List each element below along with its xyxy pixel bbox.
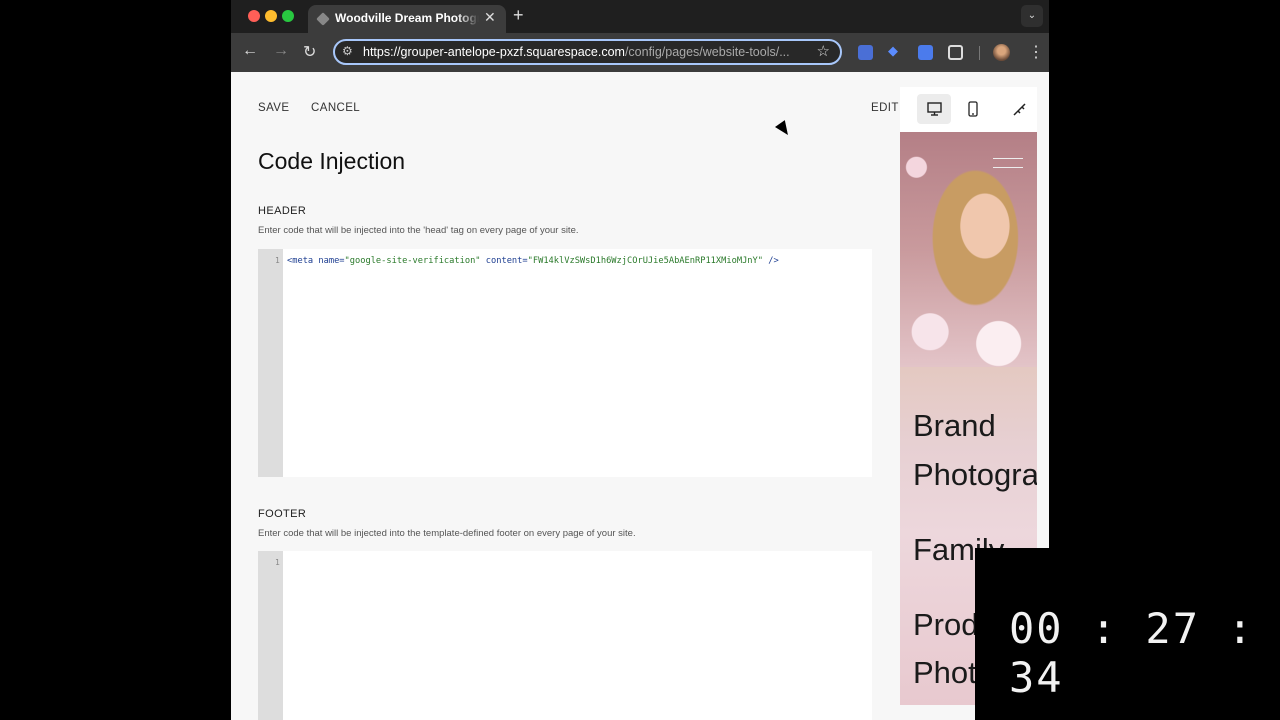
- cancel-button[interactable]: CANCEL: [311, 102, 360, 114]
- line-number-gutter: [258, 551, 283, 720]
- address-bar[interactable]: ⚙ https://grouper-antelope-pxzf.squaresp…: [333, 39, 842, 65]
- forward-icon[interactable]: →: [273, 42, 289, 60]
- profile-avatar[interactable]: [993, 44, 1010, 61]
- code-attr-value: "google-site-verification": [344, 256, 481, 266]
- browser-window: Woodville Dream Photograph ✕ + ⌄ ← → ↻ ⚙…: [231, 0, 1049, 720]
- code-attr-name: name=: [313, 256, 345, 266]
- page-content: SAVE CANCEL EDIT Code Injection HEADER E…: [231, 72, 1049, 720]
- url-domain: https://grouper-antelope-pxzf.squarespac…: [363, 45, 625, 59]
- preview-device-toolbar: [900, 87, 1037, 132]
- code-tag-close: />: [763, 256, 779, 266]
- tab-search-icon[interactable]: ⌄: [1021, 5, 1043, 27]
- editor-actions: SAVE CANCEL: [258, 102, 378, 114]
- minimize-window-button[interactable]: [265, 10, 277, 22]
- code-line[interactable]: <meta name="google-site-verification" co…: [287, 256, 779, 266]
- footer-section-title: FOOTER: [258, 508, 307, 520]
- header-code-editor[interactable]: 1 <meta name="google-site-verification" …: [258, 249, 872, 477]
- line-number: 1: [275, 558, 280, 567]
- timer-value: 00 : 27 : 34: [1009, 604, 1255, 702]
- tab-strip: Woodville Dream Photograph ✕ + ⌄: [231, 0, 1049, 33]
- maximize-window-button[interactable]: [282, 10, 294, 22]
- page-title: Code Injection: [258, 148, 406, 174]
- extensions-puzzle-icon[interactable]: [948, 45, 963, 60]
- tag-extension-icon[interactable]: ◆: [888, 43, 903, 58]
- line-number-gutter: [258, 249, 283, 477]
- site-info-icon[interactable]: ⚙: [342, 44, 353, 58]
- site-styles-brush-icon[interactable]: [1003, 94, 1037, 124]
- desktop-preview-icon[interactable]: [917, 94, 951, 124]
- browser-menu-icon[interactable]: ⋮: [1028, 42, 1044, 62]
- line-number: 1: [275, 256, 280, 265]
- extension-1-icon[interactable]: [858, 45, 873, 60]
- active-tab[interactable]: Woodville Dream Photograph ✕: [308, 5, 506, 33]
- close-window-button[interactable]: [248, 10, 260, 22]
- header-section-description: Enter code that will be injected into th…: [258, 225, 579, 236]
- back-icon[interactable]: ←: [242, 42, 258, 60]
- browser-toolbar: ← → ↻ ⚙ https://grouper-antelope-pxzf.sq…: [231, 33, 1049, 72]
- edit-button[interactable]: EDIT: [871, 102, 899, 114]
- preview-heading-line-5: Phot: [913, 655, 977, 690]
- tab-close-icon[interactable]: ✕: [484, 9, 496, 26]
- extension-3-icon[interactable]: [918, 45, 933, 60]
- preview-heading-line-1: Brand: [913, 408, 996, 443]
- code-tag-open: <meta: [287, 256, 314, 266]
- url-text: https://grouper-antelope-pxzf.squarespac…: [363, 45, 790, 59]
- hamburger-menu-icon[interactable]: [993, 158, 1023, 176]
- header-section-title: HEADER: [258, 205, 307, 217]
- reload-icon[interactable]: ↻: [303, 42, 316, 62]
- save-button[interactable]: SAVE: [258, 102, 289, 114]
- mobile-preview-icon[interactable]: [956, 94, 990, 124]
- squarespace-favicon-icon: [316, 12, 330, 26]
- tab-title: Woodville Dream Photograph: [335, 11, 479, 25]
- code-content-value: "FW14klVzSWsD1h6WzjCOrUJie5AbAEnRP11XMio…: [527, 256, 763, 266]
- bookmark-star-icon[interactable]: ☆: [817, 42, 830, 60]
- new-tab-button[interactable]: +: [513, 5, 524, 26]
- footer-code-editor[interactable]: 1: [258, 551, 872, 720]
- code-attr-content: content=: [480, 256, 528, 266]
- url-path: /config/pages/website-tools/...: [624, 45, 790, 59]
- preview-heading-line-2: Photogra: [913, 457, 1037, 492]
- preview-heading-line-4: Prod: [913, 607, 979, 642]
- footer-section-description: Enter code that will be injected into th…: [258, 528, 636, 539]
- recording-timer: 00 : 27 : 34: [975, 548, 1280, 720]
- toolbar-divider: [979, 46, 980, 60]
